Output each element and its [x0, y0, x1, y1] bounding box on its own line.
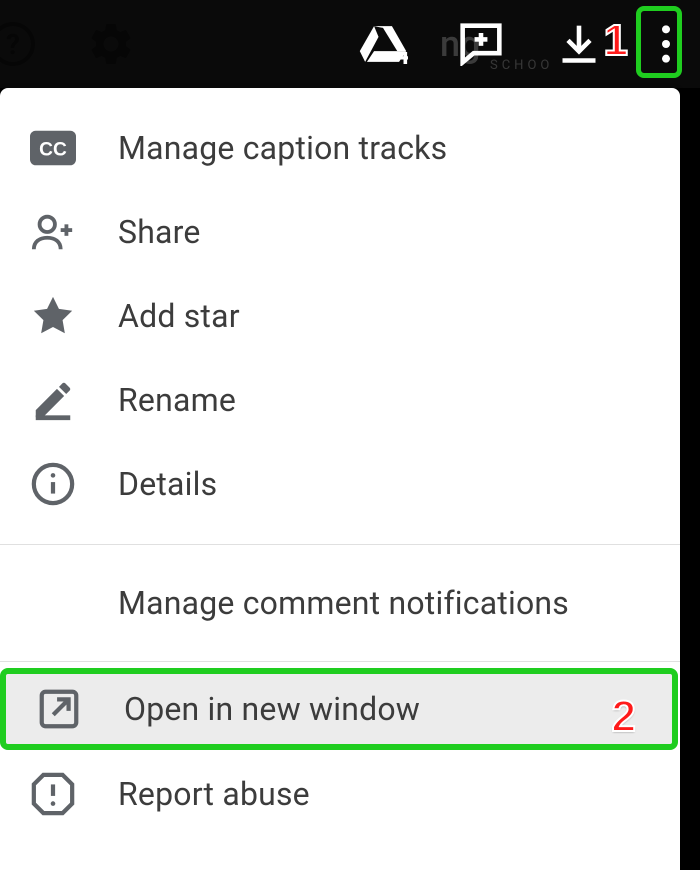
menu-label: Add star [118, 297, 240, 335]
menu-item-share[interactable]: Share [0, 190, 680, 274]
menu-item-rename[interactable]: Rename [0, 358, 680, 442]
gear-icon[interactable] [86, 19, 136, 69]
report-icon [30, 771, 76, 817]
rename-icon [30, 377, 76, 423]
menu-label: Report abuse [118, 775, 310, 813]
menu-label: Rename [118, 381, 236, 419]
drive-add-icon[interactable]: + [358, 19, 408, 69]
svg-text:+: + [399, 43, 408, 69]
add-comment-icon[interactable] [456, 19, 506, 69]
svg-text:CC: CC [39, 140, 67, 161]
menu-label: Manage caption tracks [118, 129, 447, 167]
menu-label: Share [118, 213, 201, 251]
download-icon[interactable] [554, 19, 604, 69]
menu-item-captions[interactable]: CC Manage caption tracks [0, 106, 680, 190]
menu-label: Open in new window [124, 690, 420, 728]
share-icon [30, 209, 76, 255]
menu-label: Details [118, 465, 217, 503]
menu-item-notifications[interactable]: Manage comment notifications [0, 567, 680, 639]
callout-number-2: 2 [612, 692, 636, 742]
menu-item-star[interactable]: Add star [0, 274, 680, 358]
open-external-icon [36, 686, 82, 732]
svg-text:?: ? [6, 28, 20, 61]
context-menu: CC Manage caption tracks Share Add star … [0, 88, 680, 870]
details-icon [30, 461, 76, 507]
help-icon[interactable]: ? [0, 19, 38, 69]
star-icon [30, 293, 76, 339]
cc-icon: CC [30, 125, 76, 171]
menu-item-report-abuse[interactable]: Report abuse [0, 752, 680, 836]
page-header: ? ng SCHOO + 1 [0, 0, 700, 88]
menu-item-details[interactable]: Details [0, 442, 680, 526]
menu-label: Manage comment notifications [118, 584, 569, 622]
menu-item-open-new-window[interactable]: Open in new window 2 [0, 668, 678, 750]
callout-number-1: 1 [604, 16, 628, 66]
callout-highlight-1 [636, 6, 682, 78]
